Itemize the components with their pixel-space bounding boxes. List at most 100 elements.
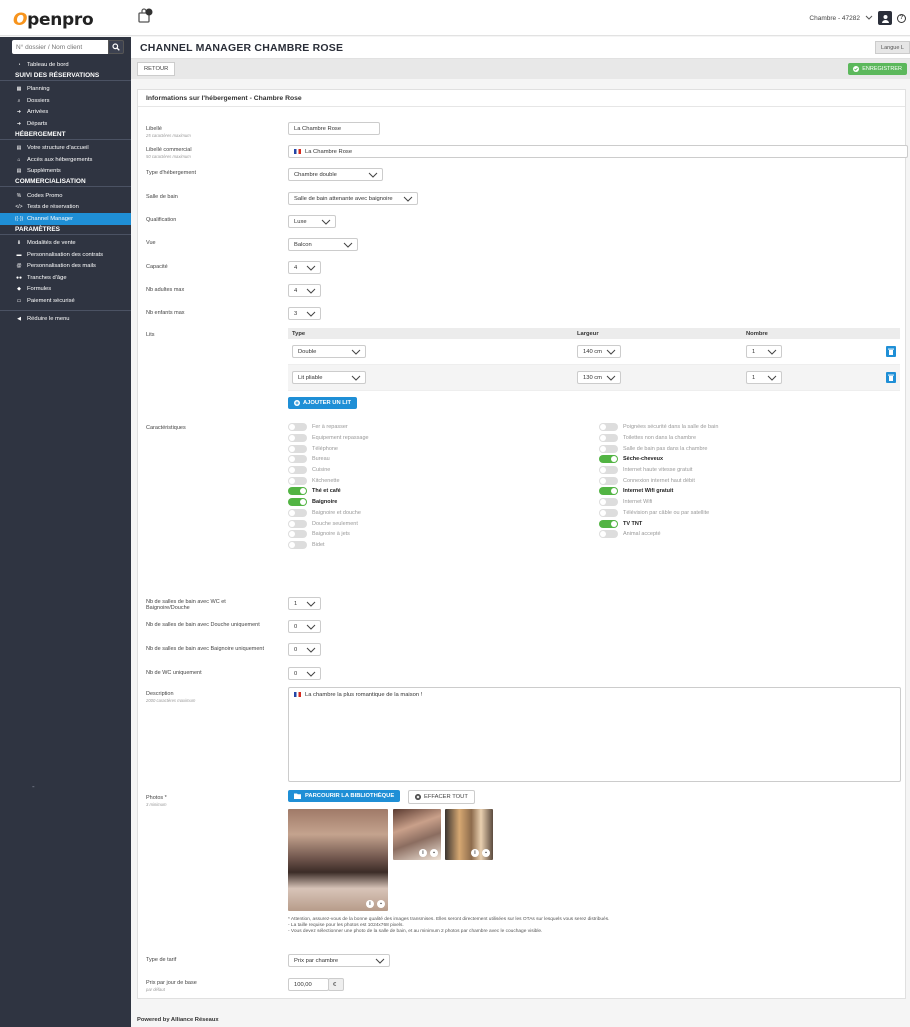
- sidebar-item[interactable]: ◔ Tableau de bord: [0, 59, 131, 71]
- sidebar-item[interactable]: ➜ Départs: [0, 118, 131, 130]
- save-button[interactable]: ENREGISTRER: [848, 63, 907, 75]
- bed-count-select[interactable]: 1: [746, 371, 782, 384]
- price-input[interactable]: 100,00: [288, 978, 329, 991]
- toggle-switch[interactable]: [599, 498, 618, 507]
- toggle-switch[interactable]: [288, 519, 307, 528]
- sidebar-item[interactable]: ⌂ Accès aux hébergements: [0, 154, 131, 166]
- trash-icon[interactable]: ▪: [377, 900, 385, 908]
- feature-toggle[interactable]: Internet Wifi: [599, 497, 718, 508]
- feature-toggle[interactable]: Fer à repasser: [288, 422, 369, 433]
- toggle-switch[interactable]: [288, 540, 307, 549]
- cart-notification-icon[interactable]: [137, 8, 153, 24]
- feature-toggle[interactable]: Animal accepté: [599, 529, 718, 540]
- trash-icon[interactable]: ▪: [430, 849, 438, 857]
- info-icon[interactable]: i: [366, 900, 374, 908]
- user-icon[interactable]: [878, 11, 892, 25]
- add-bed-button[interactable]: AJOUTER UN LIT: [288, 397, 357, 409]
- toggle-switch[interactable]: [288, 466, 307, 475]
- vue-select[interactable]: Balcon: [288, 238, 358, 251]
- sidebar-item[interactable]: ◀ Réduire le menu: [0, 314, 131, 326]
- room-photo[interactable]: i ▪: [445, 809, 493, 860]
- toggle-switch[interactable]: [599, 466, 618, 475]
- toggle-switch[interactable]: [288, 508, 307, 517]
- sidebar-item[interactable]: @ Personnalisation des mails: [0, 261, 131, 273]
- feature-toggle[interactable]: TV TNT: [599, 518, 718, 529]
- search-button[interactable]: [108, 40, 124, 54]
- feature-toggle[interactable]: Cuisine: [288, 465, 369, 476]
- toggle-switch[interactable]: [599, 434, 618, 443]
- feature-toggle[interactable]: Toilettes non dans la chambre: [599, 433, 718, 444]
- type-select[interactable]: Chambre double: [288, 168, 383, 181]
- sidebar-item[interactable]: ▤ Votre structure d'accueil: [0, 143, 131, 155]
- toggle-switch[interactable]: [599, 519, 618, 528]
- toggle-switch[interactable]: [288, 434, 307, 443]
- description-textarea[interactable]: La chambre la plus romantique de la mais…: [288, 687, 901, 782]
- info-icon[interactable]: i: [419, 849, 427, 857]
- toggle-switch[interactable]: [288, 455, 307, 464]
- bed-type-select[interactable]: Double: [292, 345, 366, 358]
- libelle-input[interactable]: La Chambre Rose: [288, 122, 380, 135]
- sidebar-item[interactable]: ▤ Suppléments: [0, 166, 131, 178]
- toggle-switch[interactable]: [599, 508, 618, 517]
- trash-icon[interactable]: ▪: [482, 849, 490, 857]
- toggle-switch[interactable]: [599, 476, 618, 485]
- feature-toggle[interactable]: Internet Wifi gratuit: [599, 486, 718, 497]
- toggle-switch[interactable]: [599, 530, 618, 539]
- qualification-select[interactable]: Luxe: [288, 215, 336, 228]
- toggle-switch[interactable]: [599, 487, 618, 496]
- bed-count-select[interactable]: 1: [746, 345, 782, 358]
- bed-width-select[interactable]: 140 cm: [577, 345, 621, 358]
- feature-toggle[interactable]: Télévision par câble ou par satellite: [599, 508, 718, 519]
- wc-select[interactable]: 0: [288, 667, 321, 680]
- sidebar-item[interactable]: </> Tests de réservation: [0, 202, 131, 214]
- adultes-select[interactable]: 4: [288, 284, 321, 297]
- delete-bed-button[interactable]: [886, 346, 896, 357]
- capacite-select[interactable]: 4: [288, 261, 321, 274]
- room-photo[interactable]: i ▪: [288, 809, 388, 911]
- feature-toggle[interactable]: Internet haute vitesse gratuit: [599, 465, 718, 476]
- sidebar-item[interactable]: ((·)) Channel Manager: [0, 213, 135, 225]
- toggle-switch[interactable]: [288, 423, 307, 432]
- sdb-douche-select[interactable]: 0: [288, 620, 321, 633]
- sdb-baignoire-select[interactable]: 0: [288, 643, 321, 656]
- sidebar-item[interactable]: ▦ Planning: [0, 84, 131, 96]
- sidebar-item[interactable]: ➜ Arrivées: [0, 107, 131, 119]
- room-photo[interactable]: i ▪: [393, 809, 441, 860]
- toggle-switch[interactable]: [599, 423, 618, 432]
- feature-toggle[interactable]: Téléphone: [288, 443, 369, 454]
- clear-all-button[interactable]: EFFACER TOUT: [408, 790, 475, 804]
- help-icon[interactable]: ?: [897, 13, 906, 23]
- bed-type-select[interactable]: Lit pliable: [292, 371, 366, 384]
- feature-toggle[interactable]: Baignoire à jets: [288, 529, 369, 540]
- feature-toggle[interactable]: Douche seulement: [288, 518, 369, 529]
- toggle-switch[interactable]: [599, 444, 618, 453]
- browse-library-button[interactable]: PARCOURIR LA BIBLIOTHÈQUE: [288, 790, 401, 802]
- feature-toggle[interactable]: Thé et café: [288, 486, 369, 497]
- toggle-switch[interactable]: [288, 476, 307, 485]
- info-icon[interactable]: i: [471, 849, 479, 857]
- feature-toggle[interactable]: Baignoire et douche: [288, 508, 369, 519]
- feature-toggle[interactable]: Bureau: [288, 454, 369, 465]
- toggle-switch[interactable]: [599, 455, 618, 464]
- sdb-wc-select[interactable]: 1: [288, 597, 321, 610]
- libelle-commercial-input[interactable]: La Chambre Rose: [288, 145, 908, 158]
- feature-toggle[interactable]: Kitchenette: [288, 475, 369, 486]
- sidebar-item[interactable]: ●● Tranches d'âge: [0, 272, 131, 284]
- enfants-select[interactable]: 3: [288, 307, 321, 320]
- sidebar-item[interactable]: ⬇ Modalités de vente: [0, 238, 131, 250]
- feature-toggle[interactable]: Bidet: [288, 540, 369, 551]
- search-input[interactable]: [12, 40, 108, 54]
- logo[interactable]: Openpro: [13, 10, 94, 30]
- feature-toggle[interactable]: Baignoire: [288, 497, 369, 508]
- sidebar-item[interactable]: ▭ Paiement sécurisé: [0, 295, 131, 307]
- room-select[interactable]: Chambre - 47282: [809, 15, 860, 22]
- toggle-switch[interactable]: [288, 498, 307, 507]
- tarif-select[interactable]: Prix par chambre: [288, 954, 390, 967]
- toggle-switch[interactable]: [288, 487, 307, 496]
- feature-toggle[interactable]: Salle de bain pas dans la chambre: [599, 443, 718, 454]
- delete-bed-button[interactable]: [886, 372, 896, 383]
- toggle-switch[interactable]: [288, 530, 307, 539]
- back-button[interactable]: RETOUR: [137, 62, 176, 76]
- feature-toggle[interactable]: Sèche-cheveux: [599, 454, 718, 465]
- bed-width-select[interactable]: 130 cm: [577, 371, 621, 384]
